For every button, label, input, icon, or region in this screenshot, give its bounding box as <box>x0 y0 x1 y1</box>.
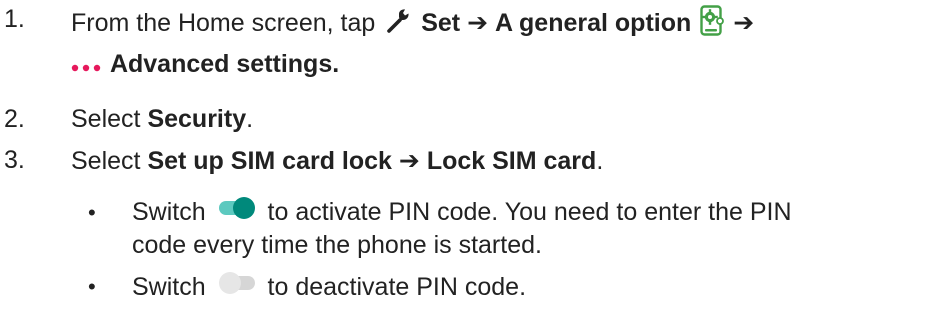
step-number: 3. <box>4 146 25 174</box>
general-option-label: A general option <box>494 9 692 38</box>
step-2-text: Select Security. <box>71 105 253 134</box>
step-text: Select <box>71 147 141 175</box>
bullet-line-2: code every time the phone is started. <box>132 231 542 259</box>
settings-app-icon <box>700 5 726 44</box>
step-text: Select <box>71 105 141 133</box>
bullet-line-1: Switch to activate PIN code. You need to… <box>132 195 792 229</box>
toggle-off-icon <box>217 270 257 304</box>
advanced-settings-label: Advanced settings. <box>109 50 340 78</box>
deactivate-text: to deactivate PIN code. <box>267 273 527 301</box>
bullet-line-1: Switch to deactivate PIN code. <box>132 270 526 304</box>
bullet-marker: • <box>88 274 96 299</box>
sim-lock-setup-label: Set up SIM card lock <box>147 147 392 175</box>
period: . <box>596 147 604 175</box>
wrench-icon <box>386 8 412 41</box>
set-label: Set <box>421 9 461 38</box>
step-number: 2. <box>4 105 25 133</box>
step-1-line-2: Advanced settings. <box>71 50 339 81</box>
bullet-marker: • <box>88 200 96 225</box>
step-3-text: Select Set up SIM card lock ➔ Lock SIM c… <box>71 146 603 176</box>
toggle-on-icon <box>217 195 257 229</box>
activate-text: to activate PIN code. You need to enter … <box>267 198 792 226</box>
switch-word: Switch <box>132 198 206 226</box>
switch-word: Switch <box>132 273 206 301</box>
period: . <box>246 105 254 133</box>
arrow-icon: ➔ <box>733 9 755 38</box>
lock-sim-card-label: Lock SIM card <box>426 147 597 175</box>
arrow-icon: ➔ <box>467 9 489 38</box>
more-options-dots-icon <box>71 52 103 81</box>
security-label: Security <box>147 105 247 133</box>
step-number: 1. <box>4 5 25 33</box>
step-text: From the Home screen, tap <box>71 9 376 38</box>
arrow-icon: ➔ <box>398 147 420 175</box>
step-1-line-1: From the Home screen, tap Set ➔ A genera… <box>71 5 754 44</box>
